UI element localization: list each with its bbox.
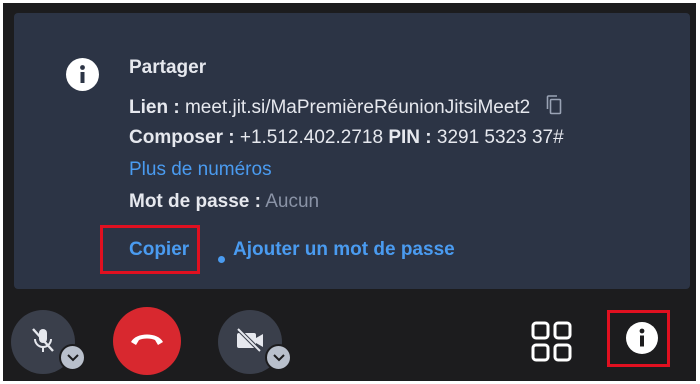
- meeting-link[interactable]: meet.jit.si/MaPremièreRéunionJitsiMeet2: [185, 97, 530, 118]
- password-value: Aucun: [265, 191, 320, 212]
- pin-value: 3291 5323 37#: [436, 127, 564, 148]
- link-row: Lien : meet.jit.si/MaPremièreRéunionJits…: [129, 95, 562, 121]
- mic-muted-icon: [28, 325, 58, 360]
- chevron-down-icon: [66, 349, 79, 367]
- copy-icon[interactable]: [546, 95, 562, 121]
- hangup-button[interactable]: [113, 307, 181, 375]
- dial-label: Composer :: [129, 127, 235, 148]
- camera-off-icon: [234, 327, 266, 358]
- info-button[interactable]: [621, 319, 663, 361]
- info-icon: [625, 321, 659, 360]
- separator-dot: [218, 256, 225, 263]
- dial-row: Composer : +1.512.402.2718 PIN : 3291 53…: [129, 127, 564, 149]
- more-numbers-link[interactable]: Plus de numéros: [129, 159, 272, 181]
- dial-number: +1.512.402.2718: [239, 127, 384, 148]
- link-label: Lien :: [129, 97, 180, 119]
- password-row: Mot de passe : Aucun: [129, 191, 319, 213]
- password-label: Mot de passe :: [129, 191, 261, 212]
- tile-view-icon: [530, 321, 574, 368]
- copy-highlight-box: [100, 225, 200, 274]
- chevron-down-icon: [272, 349, 285, 367]
- add-password-button[interactable]: Ajouter un mot de passe: [233, 239, 455, 261]
- tile-view-button[interactable]: [530, 320, 574, 364]
- meeting-window: Partager Lien : meet.jit.si/MaPremièreRé…: [3, 3, 696, 381]
- hangup-icon: [128, 329, 166, 354]
- camera-options-button[interactable]: [265, 344, 292, 371]
- info-icon: [66, 58, 99, 91]
- panel-title: Partager: [129, 57, 207, 78]
- mic-options-button[interactable]: [59, 344, 86, 371]
- pin-label: PIN :: [388, 127, 432, 148]
